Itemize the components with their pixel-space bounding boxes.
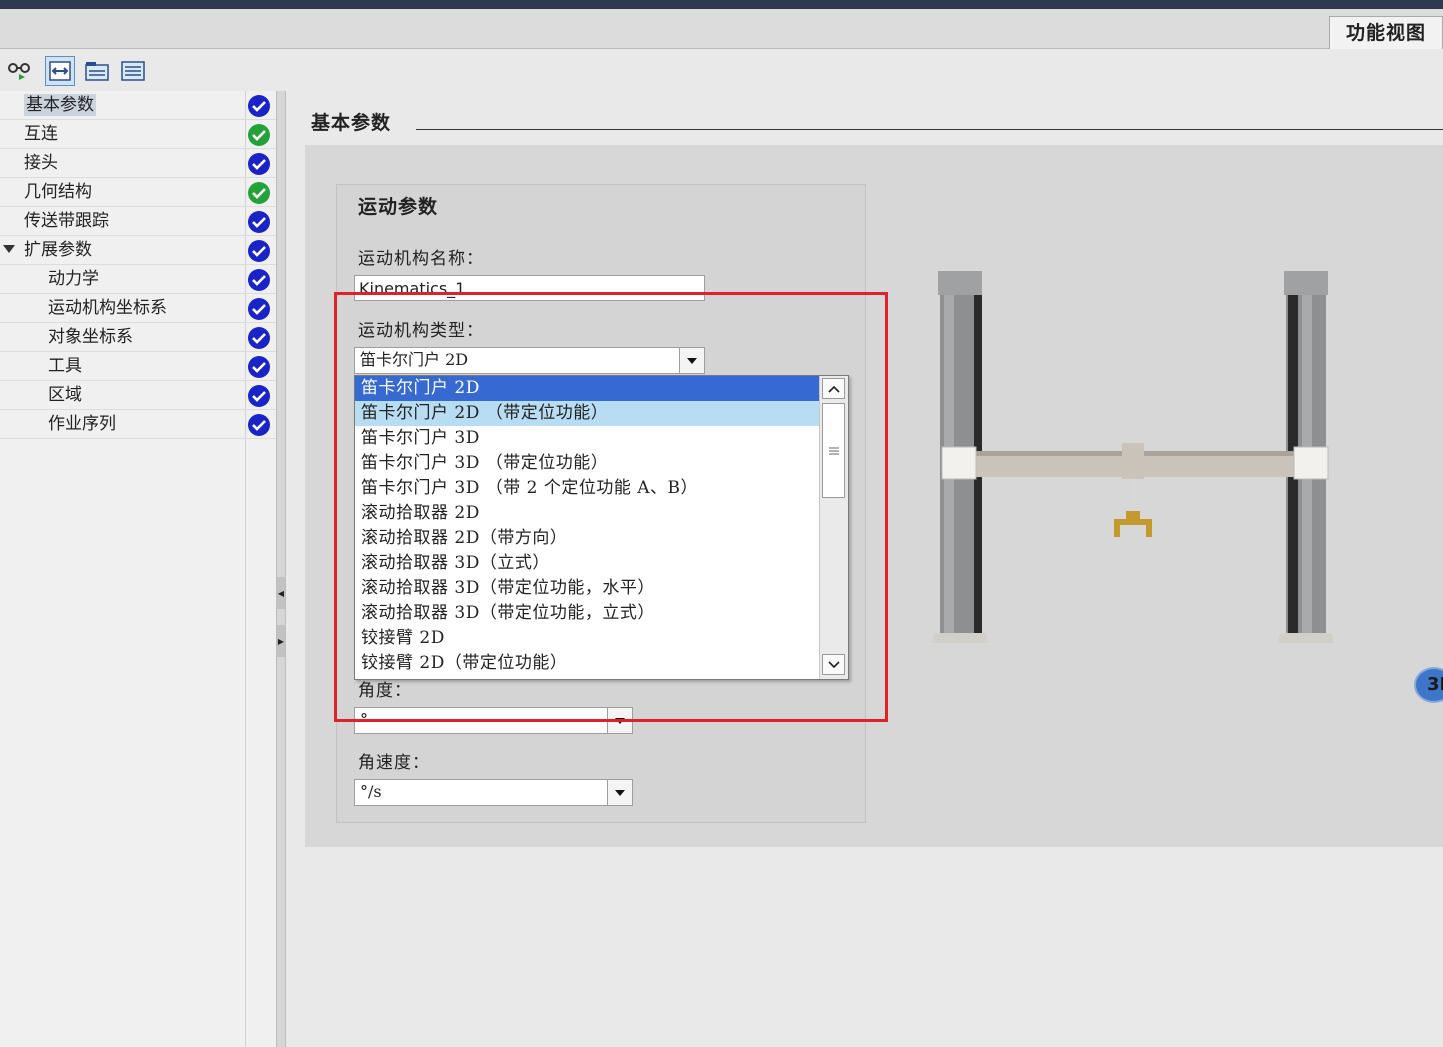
sidebar-item-label: 对象坐标系: [48, 327, 133, 347]
sidebar-item[interactable]: 接头: [0, 149, 276, 178]
blue-check-icon: [248, 298, 270, 320]
title-bar: [0, 0, 1443, 9]
kinematics-type-value: 笛卡尔门户 2D: [360, 350, 469, 369]
badge-3d-label: 3D: [1427, 674, 1443, 695]
sidebar-item[interactable]: 作业序列: [0, 410, 276, 439]
chevron-down-icon[interactable]: [607, 780, 632, 805]
dropdown-option[interactable]: 铰接臂 2D: [355, 626, 821, 651]
header-band: [0, 9, 1443, 49]
sidebar-item-label: 互连: [24, 124, 58, 144]
angle-unit-select[interactable]: °: [354, 707, 633, 734]
dropdown-option[interactable]: 铰接臂 2D（带定位功能）: [355, 651, 821, 676]
folder-view-icon[interactable]: [82, 56, 112, 86]
kinematics-type-select[interactable]: 笛卡尔门户 2D: [354, 347, 705, 374]
sidebar-item-label: 几何结构: [24, 182, 92, 202]
sidebar-item[interactable]: 传送带跟踪: [0, 207, 276, 236]
angular-velocity-label: 角速度：: [358, 753, 430, 773]
sidebar-item[interactable]: 扩展参数: [0, 236, 276, 265]
sidebar-item[interactable]: 区域: [0, 381, 276, 410]
dropdown-option[interactable]: 滚动拾取器 2D: [355, 501, 821, 526]
sidebar-item[interactable]: 几何结构: [0, 178, 276, 207]
tab-function-view[interactable]: 功能视图: [1329, 16, 1443, 49]
scrollbar-thumb[interactable]: [822, 403, 845, 498]
sidebar-item[interactable]: 工具: [0, 352, 276, 381]
blue-check-icon: [248, 269, 270, 291]
toolbar: [0, 49, 1443, 89]
gantry-preview-image: [930, 265, 1340, 655]
kinematics-name-label: 运动机构名称：: [358, 249, 484, 269]
blue-check-icon: [248, 356, 270, 378]
green-check-icon: [248, 182, 270, 204]
blue-check-icon: [248, 240, 270, 262]
sidebar-item[interactable]: 基本参数: [0, 91, 276, 120]
expand-right-icon[interactable]: ▶: [277, 625, 285, 657]
fit-width-icon[interactable]: [45, 56, 75, 86]
blue-check-icon: [248, 414, 270, 436]
kinematics-type-dropdown: 笛卡尔门户 2D 笛卡尔门户 2D （带定位功能） 笛卡尔门户 3D 笛卡尔门户 3D…: [354, 375, 849, 680]
dropdown-option[interactable]: 滚动拾取器 3D（立式）: [355, 551, 821, 576]
sidebar-item-label: 传送带跟踪: [24, 211, 109, 231]
blue-check-icon: [248, 95, 270, 117]
chevron-down-icon[interactable]: [679, 348, 704, 373]
sidebar-item[interactable]: 动力学: [0, 265, 276, 294]
sidebar-item-label: 区域: [48, 385, 82, 405]
dropdown-option[interactable]: 滚动拾取器 2D（带方向）: [355, 526, 821, 551]
dropdown-option[interactable]: 笛卡尔门户 3D: [355, 426, 821, 451]
dropdown-option[interactable]: 笛卡尔门户 3D （带 2 个定位功能 A、B）: [355, 476, 821, 501]
dropdown-option[interactable]: 笛卡尔门户 2D: [355, 376, 821, 401]
sidebar-item[interactable]: 对象坐标系: [0, 323, 276, 352]
sidebar-item[interactable]: 互连: [0, 120, 276, 149]
sidebar-item-label: 作业序列: [48, 414, 116, 434]
kinematics-name-input[interactable]: Kinematics_1: [354, 275, 705, 301]
blue-check-icon: [248, 327, 270, 349]
sidebar-item-label: 运动机构坐标系: [48, 298, 167, 318]
sidebar-item[interactable]: 运动机构坐标系: [0, 294, 276, 323]
section-title: 基本参数: [311, 112, 392, 134]
dropdown-option[interactable]: 滚动拾取器 3D（带定位功能，立式）: [355, 601, 821, 626]
blue-check-icon: [248, 153, 270, 175]
blue-check-icon: [248, 385, 270, 407]
dropdown-scrollbar[interactable]: [819, 376, 848, 679]
expand-toggle-icon[interactable]: [3, 245, 15, 253]
angular-velocity-unit-select[interactable]: °/s: [354, 779, 633, 806]
panel-title: 运动参数: [358, 196, 439, 218]
dropdown-option[interactable]: 滚动拾取器 3D（带定位功能，水平）: [355, 576, 821, 601]
angle-unit-value: °: [360, 710, 368, 729]
collapse-left-icon[interactable]: ◀: [277, 577, 285, 609]
kinematics-type-label: 运动机构类型：: [358, 321, 484, 341]
sidebar-item-label: 扩展参数: [24, 240, 92, 260]
sidebar-item-label: 工具: [48, 356, 82, 376]
chevron-down-icon[interactable]: [607, 708, 632, 733]
list-view-icon[interactable]: [118, 56, 148, 86]
scroll-down-icon[interactable]: [822, 654, 845, 675]
dropdown-option[interactable]: 笛卡尔门户 3D （带定位功能）: [355, 451, 821, 476]
sidebar-item-label: 接头: [24, 153, 58, 173]
angular-velocity-unit-value: °/s: [360, 782, 382, 801]
scroll-up-icon[interactable]: [822, 378, 845, 399]
dropdown-option[interactable]: 笛卡尔门户 2D （带定位功能）: [355, 401, 821, 426]
section-divider: [416, 129, 1443, 130]
blue-check-icon: [248, 211, 270, 233]
glasses-icon[interactable]: [4, 56, 34, 86]
sidebar-item-label: 基本参数: [24, 94, 96, 116]
green-check-icon: [248, 124, 270, 146]
sidebar-item-label: 动力学: [48, 269, 99, 289]
pane-splitter[interactable]: ◀ ▶: [276, 91, 286, 1047]
